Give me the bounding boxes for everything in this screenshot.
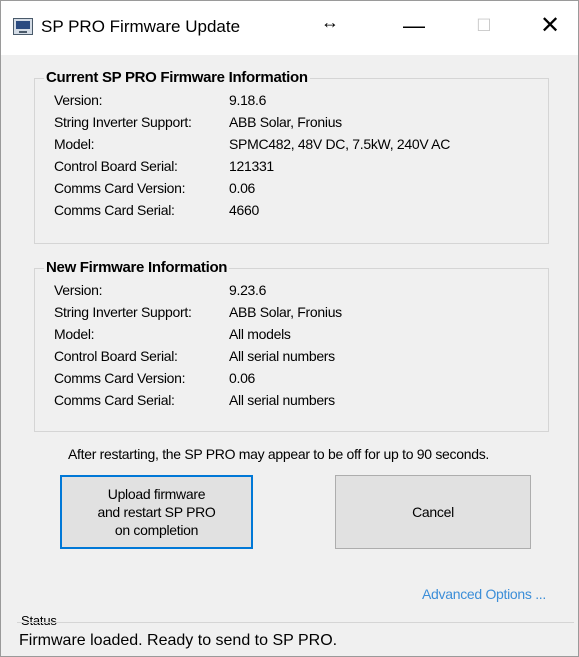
- field-value: 9.23.6: [229, 282, 267, 298]
- field-label: Comms Card Serial:: [54, 202, 175, 218]
- field-value: All models: [229, 326, 291, 342]
- new-firmware-group: New Firmware Information Version: 9.23.6…: [34, 259, 549, 432]
- field-label: String Inverter Support:: [54, 304, 192, 320]
- title-bar[interactable]: SP PRO Firmware Update ↔ — ☐ ✕: [1, 1, 578, 55]
- field-label: Control Board Serial:: [54, 158, 178, 174]
- minimize-button[interactable]: —: [391, 1, 437, 55]
- field-label: Comms Card Version:: [54, 180, 186, 196]
- status-label: Status: [21, 613, 57, 628]
- status-divider: [17, 622, 574, 623]
- app-icon: [13, 18, 33, 35]
- close-button[interactable]: ✕: [527, 1, 573, 55]
- field-value: 0.06: [229, 370, 256, 386]
- restart-note: After restarting, the SP PRO may appear …: [68, 446, 489, 462]
- window-title: SP PRO Firmware Update: [41, 17, 241, 36]
- field-value: 121331: [229, 158, 274, 174]
- maximize-button: ☐: [476, 16, 492, 35]
- field-value: 0.06: [229, 180, 256, 196]
- firmware-update-window: SP PRO Firmware Update ↔ — ☐ ✕ Current S…: [0, 0, 579, 657]
- field-value: 4660: [229, 202, 259, 218]
- field-value: All serial numbers: [229, 392, 335, 408]
- status-text: Firmware loaded. Ready to send to SP PRO…: [19, 632, 338, 649]
- resize-cursor-icon: ↔: [321, 12, 339, 32]
- field-label: Control Board Serial:: [54, 348, 178, 364]
- field-label: Model:: [54, 326, 95, 342]
- field-label: String Inverter Support:: [54, 114, 192, 130]
- field-value: ABB Solar, Fronius: [229, 304, 342, 320]
- field-label: Model:: [54, 136, 95, 152]
- field-value: All serial numbers: [229, 348, 335, 364]
- field-label: Comms Card Version:: [54, 370, 186, 386]
- current-firmware-heading: Current SP PRO Firmware Information: [44, 69, 310, 86]
- current-firmware-group: Current SP PRO Firmware Information Vers…: [34, 69, 549, 244]
- field-value: ABB Solar, Fronius: [229, 114, 342, 130]
- field-value: SPMC482, 48V DC, 7.5kW, 240V AC: [229, 136, 451, 152]
- cancel-button[interactable]: Cancel: [335, 475, 531, 549]
- field-value: 9.18.6: [229, 92, 267, 108]
- advanced-options-link[interactable]: Advanced Options ...: [422, 586, 546, 602]
- field-label: Version:: [54, 92, 103, 108]
- upload-firmware-button[interactable]: Upload firmware and restart SP PRO on co…: [60, 475, 253, 549]
- field-label: Version:: [54, 282, 103, 298]
- field-label: Comms Card Serial:: [54, 392, 175, 408]
- new-firmware-heading: New Firmware Information: [44, 259, 230, 276]
